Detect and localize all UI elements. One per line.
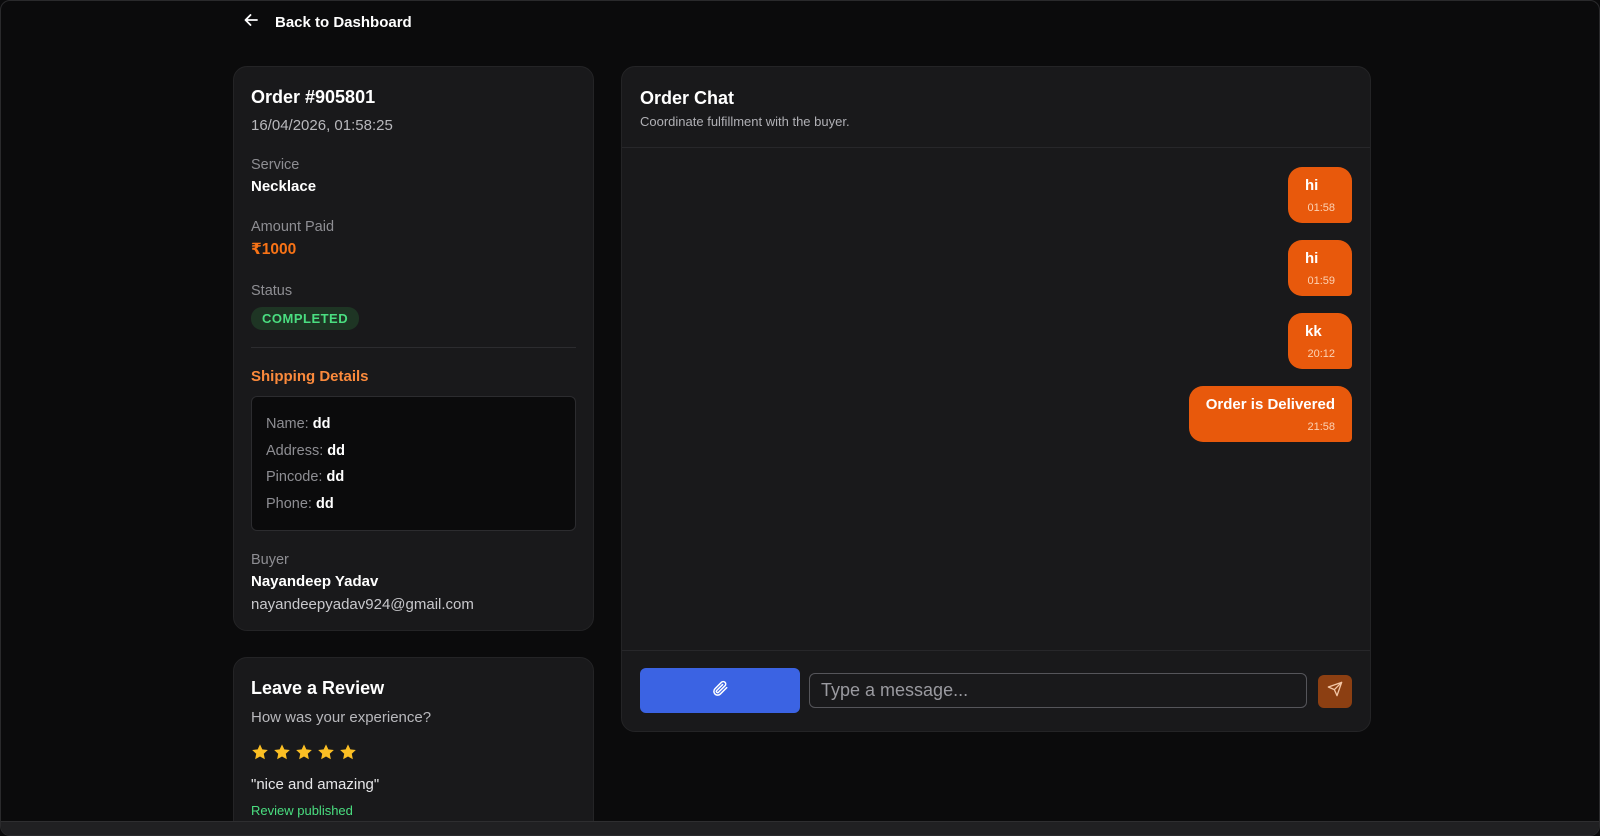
send-button[interactable] xyxy=(1318,675,1352,708)
buyer-email: nayandeepyadav924@gmail.com xyxy=(251,595,474,613)
star-icon[interactable] xyxy=(295,743,313,766)
attach-file-button[interactable] xyxy=(640,668,800,713)
shipping-address-row: Address: dd xyxy=(266,438,561,465)
shipping-details-title: Shipping Details xyxy=(251,368,369,385)
star-icon[interactable] xyxy=(251,743,269,766)
shipping-value: dd xyxy=(327,442,345,459)
shipping-value: dd xyxy=(316,496,334,513)
back-label: Back to Dashboard xyxy=(275,13,412,31)
divider xyxy=(251,347,576,348)
shipping-phone-row: Phone: dd xyxy=(266,491,561,518)
order-title: Order #905801 xyxy=(251,87,376,107)
shipping-value: dd xyxy=(312,416,331,432)
shipping-key: Name: xyxy=(266,416,309,432)
message-time: 20:12 xyxy=(1307,348,1335,360)
back-to-dashboard-link[interactable]: Back to Dashboard xyxy=(243,11,412,33)
message-bubble: hi 01:59 xyxy=(1288,240,1352,296)
order-date: 16/04/2026, 01:58:25 xyxy=(251,117,393,134)
shipping-value: dd xyxy=(326,469,345,486)
paperclip-icon xyxy=(711,679,729,702)
message-input[interactable] xyxy=(809,673,1307,708)
bottom-bar xyxy=(1,821,1599,835)
message-time: 21:58 xyxy=(1307,421,1335,433)
review-title: Leave a Review xyxy=(251,678,385,698)
message-text: kk xyxy=(1305,323,1322,340)
shipping-key: Phone: xyxy=(266,496,312,513)
message-time: 01:58 xyxy=(1307,202,1335,214)
message-list[interactable]: hi 01:58 hi 01:59 kk 20:12 Order is Deli… xyxy=(622,149,1370,652)
app-window: Back to Dashboard Order #905801 16/04/20… xyxy=(0,0,1600,836)
star-icon[interactable] xyxy=(317,743,335,766)
service-label: Service xyxy=(251,157,300,173)
shipping-name-row: Name: dd xyxy=(266,411,561,438)
message-bubble: Order is Delivered 21:58 xyxy=(1188,386,1352,442)
message-text: hi xyxy=(1305,250,1319,267)
review-card: Leave a Review How was your experience? … xyxy=(233,657,594,835)
arrow-left-icon xyxy=(243,12,259,33)
amount-label: Amount Paid xyxy=(251,219,335,235)
message-composer xyxy=(622,650,1370,731)
review-question: How was your experience? xyxy=(251,709,432,726)
message-bubble: kk 20:12 xyxy=(1288,313,1352,369)
star-rating xyxy=(251,743,576,766)
star-icon[interactable] xyxy=(273,743,291,766)
review-quote: "nice and amazing" xyxy=(251,776,380,793)
message-time: 01:59 xyxy=(1307,275,1335,287)
order-chat-card: Order Chat Coordinate fulfillment with t… xyxy=(621,66,1371,732)
chat-header: Order Chat Coordinate fulfillment with t… xyxy=(622,67,1370,148)
send-icon xyxy=(1327,681,1343,702)
message-text: Order is Delivered xyxy=(1205,396,1335,413)
amount-value: ₹1000 xyxy=(251,241,297,258)
buyer-label: Buyer xyxy=(251,551,289,568)
chat-title: Order Chat xyxy=(640,88,735,108)
order-details-card: Order #905801 16/04/2026, 01:58:25 Servi… xyxy=(233,66,594,631)
star-icon[interactable] xyxy=(339,743,357,766)
message-text: hi xyxy=(1305,177,1319,194)
shipping-key: Pincode: xyxy=(266,469,323,486)
review-status: Review published xyxy=(251,803,353,818)
status-badge: COMPLETED xyxy=(251,307,360,330)
shipping-details-box: Name: dd Address: dd Pincode: dd Phone: … xyxy=(251,396,576,531)
chat-subtitle: Coordinate fulfillment with the buyer. xyxy=(640,114,850,129)
status-label: Status xyxy=(251,283,293,299)
message-bubble: hi 01:58 xyxy=(1288,167,1352,223)
shipping-key: Address: xyxy=(266,442,324,459)
shipping-pincode-row: Pincode: dd xyxy=(266,464,561,491)
service-value: Necklace xyxy=(251,178,317,195)
buyer-name: Nayandeep Yadav xyxy=(251,572,379,590)
